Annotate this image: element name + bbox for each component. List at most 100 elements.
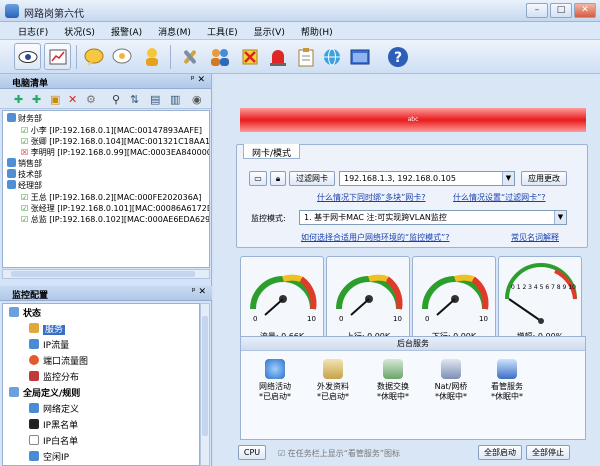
config-item-port-chart[interactable]: 端口流量图	[29, 355, 88, 368]
computer-list-title: 电脑清单	[12, 79, 49, 89]
app-icon	[5, 4, 19, 18]
tree-pc-row[interactable]: ☑ 张经理 [IP:192.168.0.101][MAC:00086A6172D	[21, 203, 209, 214]
help-icon[interactable]: ?	[384, 43, 411, 70]
check-icon[interactable]: ☑	[21, 126, 28, 135]
tree-pc-row[interactable]: ☑ 总监 [IP:192.168.0.102][MAC:000AE6EDA629…	[21, 214, 209, 225]
tools-icon[interactable]	[176, 43, 203, 70]
tool-find-icon[interactable]: ⚲	[112, 93, 120, 106]
gauge-dial: 0 10	[422, 274, 489, 323]
tool-save-icon[interactable]: ▤	[150, 93, 160, 106]
tree-pc-row[interactable]: ☑ 张卿 [IP:192.168.0.104][MAC:001321C18AA1…	[21, 136, 209, 147]
config-item-distribution[interactable]: 监控分布	[29, 371, 79, 384]
user-icon[interactable]	[138, 43, 165, 70]
close-button[interactable]: ✕	[574, 3, 596, 18]
check-icon[interactable]: ☑	[21, 137, 28, 146]
users-icon[interactable]	[206, 43, 233, 70]
chevron-down-icon[interactable]: ▼	[554, 211, 566, 224]
computer-list-panel: 电脑清单 ᵖ ✕ ✚ ✚ ▣ ✕ ⚙ ⚲ ⇅ ▤ ▥ ◉ 财务部 ☑ 小李 [I…	[0, 74, 212, 466]
tool-add-icon[interactable]: ✚	[14, 93, 23, 106]
menu-view[interactable]: 显示(V)	[254, 22, 293, 39]
chart-icon[interactable]	[44, 43, 71, 70]
lock-button[interactable]: 🔒︎	[270, 171, 286, 186]
tree-group-tech[interactable]: 技术部	[7, 169, 42, 180]
eye-icon[interactable]	[14, 43, 41, 70]
config-item-global-rules[interactable]: 全局定义/规则	[9, 387, 80, 400]
chat-icon[interactable]	[80, 43, 107, 70]
check-icon[interactable]: ☑	[21, 204, 28, 213]
pie-icon	[29, 355, 39, 365]
status-banner: abc	[240, 108, 586, 132]
group-icon	[7, 113, 16, 122]
minimize-button[interactable]: –	[526, 3, 548, 18]
config-pin-close[interactable]: ᵖ ✕	[192, 287, 206, 297]
apply-changes-button[interactable]: 应用更改	[521, 171, 567, 186]
chevron-down-icon[interactable]: ▼	[502, 172, 514, 185]
alarm-icon[interactable]	[264, 43, 291, 70]
link-mode-help[interactable]: 如何选择合适用户网络环境的“监控模式”?	[301, 232, 450, 243]
start-all-button[interactable]: 全部启动	[478, 445, 522, 460]
config-item-network-def[interactable]: 网络定义	[29, 403, 79, 416]
config-tree: 状态 服务 IP流量 端口流量图 监控分布 全局定义/规则 网络定义 IP黑名单	[2, 303, 200, 466]
tree-hscrollbar[interactable]	[2, 269, 210, 279]
link-filter-nic[interactable]: 什么情况设置“过滤网卡”?	[453, 192, 546, 203]
tray-checkbox[interactable]: ☑ 在任务栏上显示“看管服务”图标	[278, 448, 400, 459]
stop-all-button[interactable]: 全部停止	[526, 445, 570, 460]
block-icon[interactable]	[236, 43, 263, 70]
filter-nic-button[interactable]: 过滤网卡	[289, 171, 335, 186]
tool-folder-icon[interactable]: ▣	[50, 93, 60, 106]
whitelist-icon	[29, 435, 39, 445]
check-icon[interactable]: ☑	[21, 193, 28, 202]
nic-mode-card: 网卡/模式 ▭ 🔒︎ 过滤网卡 192.168.1.3, 192.168.0.1…	[236, 144, 588, 248]
config-item-ip-whitelist[interactable]: IP白名单	[29, 435, 78, 448]
link-faq[interactable]: 常见名词解释	[511, 232, 559, 243]
menu-alarm[interactable]: 报警(A)	[111, 22, 150, 39]
nic-select[interactable]: 192.168.1.3, 192.168.0.105 ▼	[339, 171, 515, 186]
config-vscrollbar[interactable]	[200, 303, 210, 466]
config-item-ip-blacklist[interactable]: IP黑名单	[29, 419, 78, 432]
tool-sort-icon[interactable]: ⇅	[130, 93, 139, 106]
mode-select[interactable]: 1. 基于网卡MAC 注:可实现跨VLAN监控 ▼	[299, 210, 567, 225]
menu-message[interactable]: 消息(M)	[158, 22, 199, 39]
service-guard[interactable]: 看管服务 *休眠中*	[477, 359, 537, 402]
tree-pc-row[interactable]: ☒ 李明明 [IP:192.168.0.99][MAC:0003EA840000	[21, 147, 209, 158]
cross-icon[interactable]: ☒	[21, 148, 28, 157]
service-network-activity[interactable]: 网络活动 *已启动*	[245, 359, 305, 402]
message-icon[interactable]	[108, 43, 135, 70]
idle-ip-icon	[29, 451, 39, 461]
tool-import-icon[interactable]: ✚	[32, 93, 41, 106]
check-icon[interactable]: ☑	[21, 215, 28, 224]
menu-tools[interactable]: 工具(E)	[207, 22, 246, 39]
tool-more-icon[interactable]: ◉	[192, 93, 202, 106]
link-multi-nic[interactable]: 什么情况下同时绑“多块”网卡?	[317, 192, 426, 203]
tree-group-sales[interactable]: 销售部	[7, 158, 42, 169]
tool-print-icon[interactable]: ▥	[170, 93, 180, 106]
config-item-idle-ip[interactable]: 空闲IP	[29, 451, 69, 464]
tree-pc-row[interactable]: ☑ 王总 [IP:192.168.0.2][MAC:000FE202036A]	[21, 192, 201, 203]
cpu-button[interactable]: CPU	[238, 445, 266, 460]
service-nat-bridge[interactable]: Nat/网桥 *休眠中*	[421, 359, 481, 402]
tool-settings-icon[interactable]: ⚙	[86, 93, 96, 106]
tree-pc-row[interactable]: ☑ 小李 [IP:192.168.0.1][MAC:00147893AAFE]	[21, 125, 202, 136]
checkbox-icon[interactable]: ☑	[278, 449, 285, 458]
maximize-button[interactable]: □	[550, 3, 572, 18]
panel-pin-close[interactable]: ᵖ ✕	[191, 75, 205, 85]
service-data-exchange[interactable]: 数据交换 *休眠中*	[363, 359, 423, 402]
config-item-ip-traffic[interactable]: IP流量	[29, 339, 69, 352]
tree-group-managers[interactable]: 经理部	[7, 180, 42, 191]
menu-status[interactable]: 状况(S)	[64, 22, 103, 39]
window-icon[interactable]	[346, 43, 373, 70]
config-item-service[interactable]: 服务	[29, 323, 66, 336]
svg-text:?: ?	[393, 50, 401, 66]
tool-delete-icon[interactable]: ✕	[68, 93, 77, 106]
nic-icon-button[interactable]: ▭	[249, 171, 267, 186]
mode-select-value: 1. 基于网卡MAC 注:可实现跨VLAN监控	[304, 213, 447, 222]
menu-log[interactable]: 日志(F)	[18, 22, 56, 39]
network-icon[interactable]	[318, 43, 345, 70]
gauge-download: 0 10 下行: 0.00K	[412, 256, 496, 346]
config-item-status[interactable]: 状态	[9, 307, 41, 320]
menu-help[interactable]: 帮助(H)	[301, 22, 341, 39]
tab-nic-mode[interactable]: 网卡/模式	[243, 144, 301, 159]
tree-group-finance[interactable]: 财务部	[7, 113, 42, 124]
service-outgoing-data[interactable]: 外发资料 *已启动*	[303, 359, 363, 402]
clipboard-icon[interactable]	[292, 43, 319, 70]
